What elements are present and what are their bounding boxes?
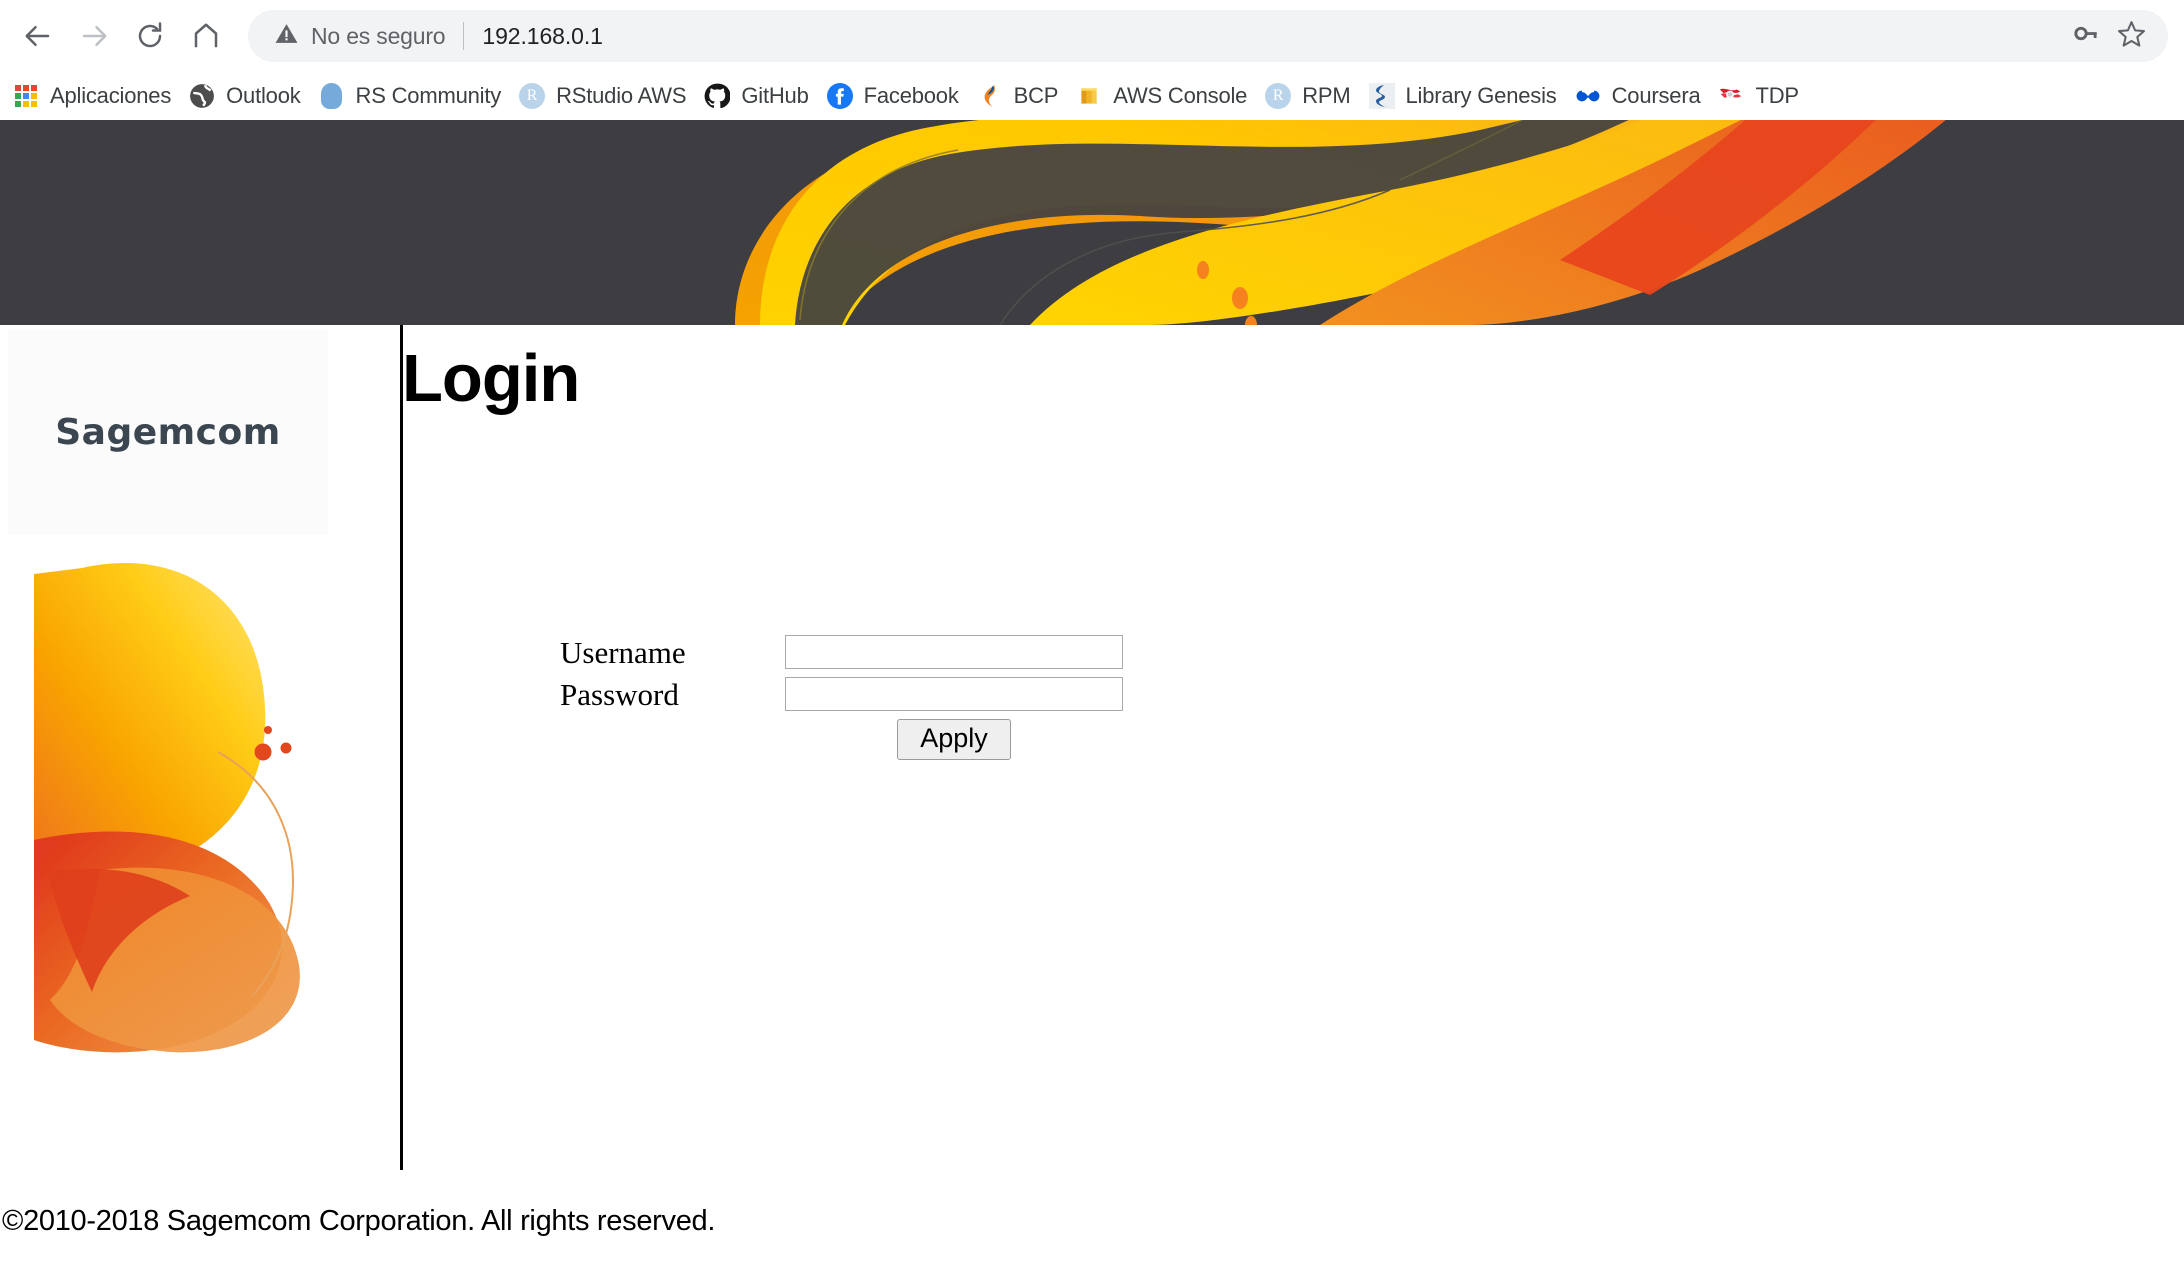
page-banner [0,120,2184,325]
bookmark-label: Aplicaciones [50,83,172,108]
bookmark-tdp[interactable]: TDP [1709,76,1807,116]
arrow-right-icon [79,21,109,51]
bookmark-label: Outlook [226,83,301,108]
sagemcom-logo: Sagemcom [8,330,328,535]
outlook-globe-icon [189,83,215,109]
accent-dot [280,742,292,754]
security-status-text: No es seguro [311,22,446,49]
back-button[interactable] [10,8,66,64]
star-outline-icon [2117,19,2146,53]
url-text: 192.168.0.1 [482,22,603,49]
apply-wrap: Apply [785,719,1123,761]
browser-chrome: No es seguro 192.168.0.1 Aplicaciones Ou… [0,0,2184,120]
bookmark-library-genesis[interactable]: Library Genesis [1360,76,1566,116]
rstudio-r-icon: R [519,83,546,109]
rs-community-icon [319,83,345,109]
apply-button[interactable]: Apply [897,719,1011,761]
page-body: Sagemcom Login Username Password Apply [0,325,2184,1175]
bookmark-label: BCP [1013,83,1059,108]
bookmark-label: AWS Console [1113,83,1248,108]
bookmark-label: TDP [1755,83,1799,108]
bookmark-aplicaciones[interactable]: Aplicaciones [4,76,180,116]
banner-ribbon-graphic [0,120,2184,325]
coursera-infinity-icon [1575,83,1601,109]
bookmark-label: Facebook [863,83,959,108]
accent-dot [264,726,272,734]
sagemcom-b-graphic [30,540,350,1060]
banner-dot [1232,287,1248,309]
home-icon [191,21,221,51]
apply-row: Apply [560,719,1160,761]
password-input[interactable] [785,677,1123,711]
tdp-flag-icon [1718,83,1744,109]
login-form: Username Password Apply [560,635,1160,761]
password-label: Password [560,676,679,712]
arrow-left-icon [23,21,53,51]
bookmark-label: RStudio AWS [556,83,687,108]
key-icon [2072,20,2099,52]
bookmark-coursera[interactable]: Coursera [1566,76,1710,116]
reload-icon [135,21,165,51]
bookmark-aws-console[interactable]: AWS Console [1067,76,1256,116]
omnibox-divider [463,22,465,50]
bookmark-bcp[interactable]: BCP [968,76,1068,116]
bookmark-label: Coursera [1611,83,1701,108]
library-genesis-icon [1368,83,1395,109]
bookmark-label: GitHub [741,83,809,108]
bookmark-rpm[interactable]: R RPM [1256,76,1359,116]
bookmark-label: Library Genesis [1405,83,1557,108]
apply-spacer [560,719,785,760]
rstudio-r-icon: R [1265,83,1292,109]
github-octocat-icon [704,83,731,109]
bookmark-rstudio-aws[interactable]: R RStudio AWS [510,76,695,116]
username-label: Username [560,634,686,670]
sagemcom-wordmark: Sagemcom [55,412,281,453]
copyright-text: ©2010-2018 Sagemcom Corporation. All rig… [2,1205,716,1237]
page-title: Login [402,341,580,416]
bookmark-star-button[interactable] [2108,13,2154,59]
home-button[interactable] [178,8,234,64]
aws-cube-icon [1076,83,1102,109]
bookmark-rs-community[interactable]: RS Community [310,76,511,116]
accent-dot [254,743,272,761]
address-bar[interactable]: No es seguro 192.168.0.1 [248,10,2168,62]
page-footer: ©2010-2018 Sagemcom Corporation. All rig… [0,1200,2184,1280]
bcp-swoosh-icon [977,83,1003,109]
bookmark-outlook[interactable]: Outlook [180,76,309,116]
password-manager-button[interactable] [2062,13,2108,59]
apps-grid-icon [13,83,39,109]
warning-triangle-icon [274,21,299,51]
bookmark-label: RS Community [355,83,502,108]
banner-dot [1197,261,1209,279]
username-row: Username [560,635,1160,669]
bookmark-github[interactable]: GitHub [695,76,817,116]
reload-button[interactable] [122,8,178,64]
forward-button[interactable] [66,8,122,64]
bookmark-facebook[interactable]: Facebook [818,76,968,116]
vertical-divider [400,325,403,1170]
browser-toolbar: No es seguro 192.168.0.1 [0,0,2184,72]
username-input[interactable] [785,635,1123,669]
password-row: Password [560,677,1160,711]
bookmarks-bar: Aplicaciones Outlook RS Community R RStu… [0,72,2184,120]
bookmark-label: RPM [1302,83,1351,108]
facebook-f-icon [826,83,853,109]
security-chip[interactable]: No es seguro [274,21,446,51]
